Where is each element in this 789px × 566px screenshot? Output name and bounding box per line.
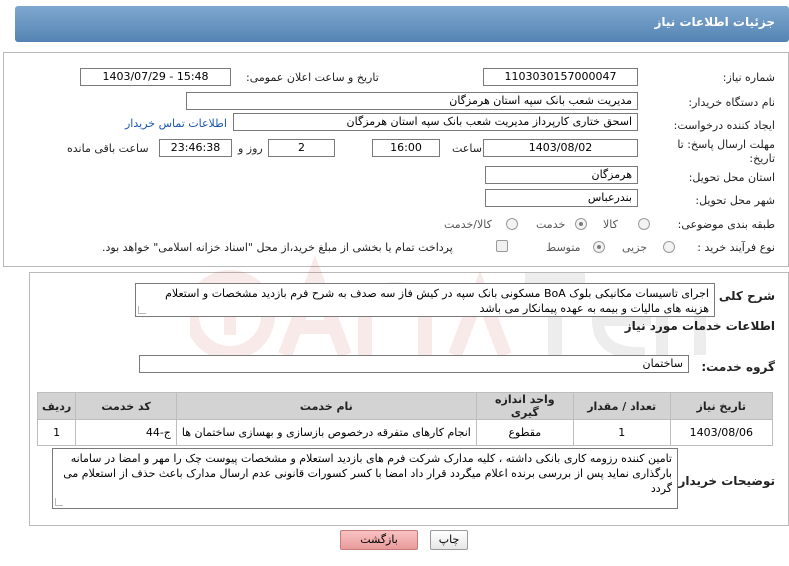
- deadline-label: مهلت ارسال پاسخ: تا: [677, 138, 775, 151]
- col-service-code: کد خدمت: [75, 392, 177, 420]
- cell-unit: مقطوع: [475, 419, 574, 446]
- remaining-time-label: ساعت باقی مانده: [67, 142, 149, 155]
- process-medium-label: متوسط: [546, 241, 581, 254]
- deadline-label-date: تاریخ:: [749, 152, 775, 165]
- services-table-header: تاریخ نیاز تعداد / مقدار واحد اندازه گیر…: [36, 392, 774, 420]
- need-number-field[interactable]: 1103030157000047: [483, 68, 638, 86]
- category-service-radio[interactable]: [575, 218, 587, 230]
- process-type-label: نوع فرآیند خرید :: [697, 241, 775, 254]
- col-need-date: تاریخ نیاز: [669, 392, 774, 420]
- general-description-text: اجرای تاسیسات مکانیکی بلوک BoA مسکونی با…: [165, 287, 709, 315]
- category-service-label: خدمت: [536, 218, 566, 231]
- resize-handle-icon[interactable]: [55, 498, 63, 506]
- announce-date-label: تاریخ و ساعت اعلان عمومی:: [246, 71, 379, 84]
- cell-need-date: 1403/08/06: [669, 419, 774, 446]
- treasury-payment-checkbox[interactable]: [496, 240, 508, 252]
- col-unit: واحد اندازه گیری: [475, 392, 574, 420]
- print-button[interactable]: چاپ: [430, 530, 468, 550]
- cell-quantity: 1: [572, 419, 671, 446]
- announce-date-field[interactable]: 1403/07/29 - 15:48: [80, 68, 231, 86]
- table-row[interactable]: 1403/08/06 1 مقطوع انجام کارهای متفرقه د…: [36, 419, 774, 446]
- category-goods-service-radio[interactable]: [506, 218, 518, 230]
- process-minor-radio[interactable]: [663, 241, 675, 253]
- buyer-org-label: نام دستگاه خریدار:: [688, 96, 775, 109]
- general-description-field[interactable]: اجرای تاسیسات مکانیکی بلوک BoA مسکونی با…: [135, 283, 715, 317]
- category-goods-service-label: کالا/خدمت: [444, 218, 492, 231]
- deadline-hour-label: ساعت: [452, 142, 482, 155]
- back-button[interactable]: بازگشت: [340, 530, 418, 550]
- page-title: جزئیات اطلاعات نیاز: [654, 15, 775, 29]
- cell-row-number: 1: [36, 419, 77, 446]
- services-section-title: اطلاعات خدمات مورد نیاز: [624, 319, 775, 333]
- treasury-payment-note: پرداخت تمام یا بخشی از مبلغ خرید،از محل …: [102, 241, 453, 254]
- cell-service-code: ج-44: [75, 419, 177, 446]
- buyer-notes-text: تامین کننده رزومه کاری بانکی داشته ، کلی…: [63, 452, 672, 495]
- requester-label: ایجاد کننده درخواست:: [673, 119, 775, 132]
- resize-handle-icon[interactable]: [138, 306, 146, 314]
- buyer-notes-label: توضیحات خریدار:: [673, 474, 775, 488]
- days-remaining-field[interactable]: 2: [268, 139, 335, 157]
- process-medium-radio[interactable]: [593, 241, 605, 253]
- buyer-contact-link[interactable]: اطلاعات تماس خریدار: [125, 117, 227, 130]
- cell-service-name: انجام کارهای متفرقه درخصوص بازسازی و بهس…: [175, 419, 477, 446]
- city-field[interactable]: بندرعباس: [485, 189, 638, 207]
- category-goods-label: کالا: [603, 218, 618, 231]
- province-label: استان محل تحویل:: [688, 171, 775, 184]
- category-goods-radio[interactable]: [638, 218, 650, 230]
- col-row-number: ردیف: [36, 392, 77, 420]
- province-field[interactable]: هرمزگان: [485, 166, 638, 184]
- deadline-date-field[interactable]: 1403/08/02: [483, 139, 638, 157]
- process-minor-label: جزیی: [622, 241, 648, 254]
- service-group-field[interactable]: ساختمان: [139, 355, 689, 373]
- col-service-name: نام خدمت: [175, 392, 477, 420]
- city-label: شهر محل تحویل:: [695, 194, 775, 207]
- services-table: تاریخ نیاز تعداد / مقدار واحد اندازه گیر…: [36, 392, 774, 446]
- days-label: روز و: [238, 142, 263, 155]
- col-quantity: تعداد / مقدار: [572, 392, 671, 420]
- need-number-label: شماره نیاز:: [722, 71, 775, 84]
- service-group-label: گروه خدمت:: [701, 360, 775, 374]
- buyer-notes-field[interactable]: تامین کننده رزومه کاری بانکی داشته ، کلی…: [52, 448, 678, 509]
- category-label: طبقه بندی موضوعی:: [677, 218, 775, 231]
- need-details-page: جزئیات اطلاعات نیاز شماره نیاز: 11030301…: [0, 0, 789, 566]
- remaining-time-field[interactable]: 23:46:38: [159, 139, 232, 157]
- deadline-hour-field[interactable]: 16:00: [372, 139, 440, 157]
- requester-field[interactable]: اسحق ختاری کارپرداز مدیریت شعب بانک سپه …: [233, 113, 638, 131]
- buyer-org-field[interactable]: مدیریت شعب بانک سپه استان هرمزگان: [186, 92, 638, 110]
- header-bar: جزئیات اطلاعات نیاز: [15, 6, 789, 42]
